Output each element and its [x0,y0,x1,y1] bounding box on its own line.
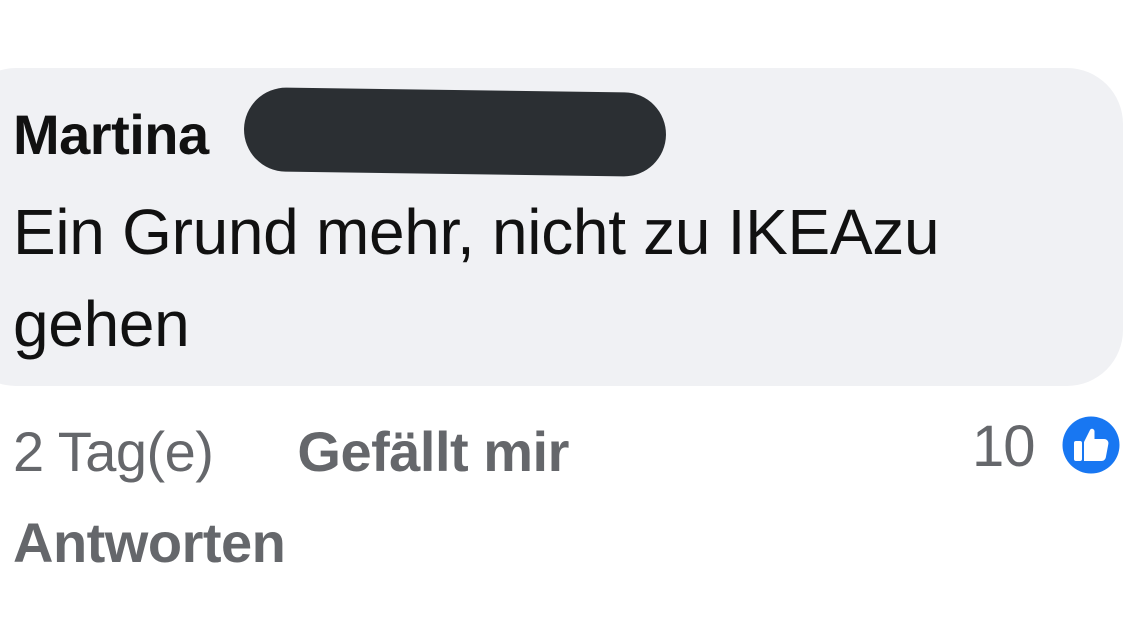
comment-actions-row: 2 Tag(e) Gefällt mir [13,418,569,484]
thumbs-up-icon[interactable] [1059,413,1123,477]
comment-text: Ein Grund mehr, nicht zu IKEAzu gehen [13,196,940,360]
comment-timestamp[interactable]: 2 Tag(e) [13,419,214,484]
like-button[interactable]: Gefällt mir [297,419,569,484]
reaction-count[interactable]: 10 [972,414,1036,480]
reply-button[interactable]: Antworten [13,510,286,575]
comment-author-row: Martina [13,90,209,180]
comment-author-name[interactable]: Martina [13,107,209,163]
author-surname-redaction [243,87,667,177]
